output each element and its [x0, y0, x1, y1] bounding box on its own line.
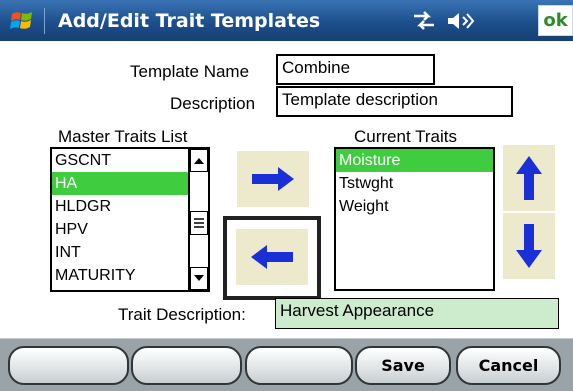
list-item[interactable]: Tstwght — [336, 172, 493, 195]
volume-icon[interactable] — [446, 10, 476, 32]
right-arrow-icon — [252, 167, 294, 191]
scroll-down-button[interactable] — [190, 267, 208, 290]
list-item[interactable]: INT — [52, 241, 208, 264]
scroll-up-button[interactable] — [190, 149, 208, 172]
ok-button[interactable]: ok — [538, 5, 573, 36]
master-traits-list[interactable]: GSCNT HA HLDGR HPV INT MATURITY — [50, 147, 210, 292]
move-down-button[interactable] — [503, 213, 555, 279]
list-item[interactable]: GSCNT — [52, 149, 208, 172]
list-item[interactable]: MATURITY — [52, 264, 208, 287]
grip-icon — [194, 218, 204, 228]
current-traits-list[interactable]: Moisture Tstwght Weight — [334, 147, 495, 291]
list-item[interactable]: HPV — [52, 218, 208, 241]
move-up-button[interactable] — [503, 145, 555, 211]
triangle-down-icon — [194, 275, 204, 281]
list-item-selected[interactable]: Moisture — [336, 149, 493, 172]
toolbar-button-3[interactable] — [245, 346, 353, 385]
current-traits-label: Current Traits — [354, 127, 457, 146]
scroll-thumb[interactable] — [190, 211, 208, 235]
triangle-up-icon — [194, 158, 204, 164]
title-bar: Add/Edit Trait Templates ok — [0, 0, 573, 41]
network-sync-icon[interactable] — [412, 10, 436, 32]
cancel-button[interactable]: Cancel — [456, 346, 561, 385]
list-item[interactable]: HLDGR — [52, 195, 208, 218]
master-list-scrollbar[interactable] — [188, 149, 208, 290]
toolbar-button-1[interactable] — [8, 346, 129, 385]
windows-start-icon[interactable] — [10, 9, 34, 33]
list-item[interactable]: Weight — [336, 195, 493, 218]
left-arrow-icon — [251, 245, 293, 269]
trait-description-label: Trait Description: — [118, 305, 246, 324]
down-arrow-icon — [516, 224, 542, 268]
title-separator — [44, 8, 45, 34]
remove-trait-button[interactable] — [236, 229, 308, 285]
up-arrow-icon — [516, 156, 542, 200]
toolbar-button-2[interactable] — [131, 346, 242, 385]
trait-description-field: Harvest Appearance — [275, 298, 559, 329]
bottom-toolbar: Save Cancel — [0, 338, 573, 391]
template-name-field[interactable]: Combine — [276, 54, 435, 85]
template-name-label: Template Name — [130, 62, 250, 81]
list-item-selected[interactable]: HA — [52, 172, 208, 195]
save-button[interactable]: Save — [355, 346, 451, 385]
window-title: Add/Edit Trait Templates — [58, 10, 321, 32]
add-trait-button[interactable] — [237, 151, 309, 207]
description-label: Description — [170, 94, 256, 113]
master-traits-label: Master Traits List — [58, 127, 188, 146]
description-field[interactable]: Template description — [276, 86, 513, 117]
